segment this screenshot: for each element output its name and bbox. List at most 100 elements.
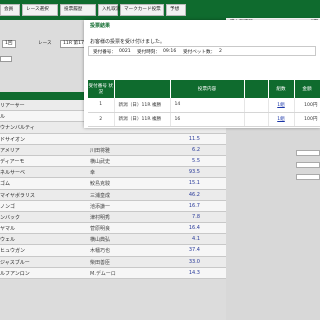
- horse-name: ンバック: [0, 214, 21, 221]
- odds-value: 46.2: [188, 191, 200, 198]
- receipt-count: 2: [219, 49, 222, 54]
- jockey-name: 幸: [90, 170, 96, 177]
- bet-table: 受付番号 状況 投票内容 組数 金額 1 新潟（日）11R 複勝 14 1組 1…: [88, 80, 320, 127]
- horse-row[interactable]: ディアーモ 横山武史 5.5: [0, 155, 226, 168]
- bet-side-panel: [226, 128, 320, 320]
- race-label: レース: [38, 41, 52, 46]
- round-select[interactable]: 1回: [2, 40, 16, 48]
- col-content: 投票内容: [170, 80, 245, 98]
- jockey-name: 三浦皇成: [90, 192, 111, 199]
- horse-row[interactable]: ヒュウガン 木幡巧也 37.4: [0, 245, 226, 257]
- horse-name: ウナンバルティ: [0, 125, 35, 132]
- horse-row[interactable]: ノンゴ 池添謙一 16.7: [0, 200, 226, 212]
- odds-value: 33.0: [188, 258, 200, 265]
- dialog-message: お客様の投票を受け付けました。: [90, 39, 166, 45]
- tab-history[interactable]: 投票履歴: [60, 4, 96, 16]
- count-link[interactable]: 1組: [277, 103, 285, 108]
- row-blank: [244, 98, 269, 113]
- odds-value: 93.5: [188, 169, 200, 176]
- jockey-name: 横山典弘: [90, 237, 111, 244]
- horse-row[interactable]: ゴム 鮫島克駿 15.1: [0, 178, 226, 190]
- jockey-name: 木幡巧也: [90, 248, 111, 255]
- col-blank: [244, 80, 269, 98]
- horse-name: ゴム: [0, 181, 11, 188]
- row-count: 1組: [268, 98, 295, 113]
- row-content: 16: [170, 112, 245, 127]
- receipt-count-label: 受付ベット数：: [183, 50, 216, 55]
- jockey-name: M.デムーロ: [90, 270, 116, 277]
- row-content: 14: [170, 98, 245, 113]
- col-ticket: [114, 80, 171, 98]
- horse-name: ル: [0, 114, 6, 121]
- horse-row[interactable]: ドサイオン 11.5: [0, 133, 226, 145]
- horse-row[interactable]: ウェル 横山典弘 4.1: [0, 234, 226, 246]
- vote-result-dialog: 投票結果 お客様の投票を受け付けました。 受付番号： 0021 受付時刻： 09…: [84, 20, 320, 128]
- row-ticket: 新潟（日）11R 複勝: [114, 112, 171, 127]
- col-number: 受付番号 状況: [88, 80, 115, 98]
- table-row: 1 新潟（日）11R 複勝 14 1組 100円: [88, 98, 320, 113]
- horse-row[interactable]: ジャスブルー 柴田善臣 33.0: [0, 256, 226, 268]
- horse-name: マイヤボラリス: [0, 192, 35, 199]
- receipt-time: 09:16: [163, 49, 177, 54]
- col-count: 組数: [268, 80, 295, 98]
- odds-value: 11.5: [188, 135, 200, 142]
- horse-name: ヒュウガン: [0, 248, 26, 255]
- jockey-name: 横山武史: [90, 158, 111, 165]
- odds-value: 15.1: [188, 180, 200, 187]
- row-count: 1組: [268, 112, 295, 127]
- odds-value: 6.2: [192, 146, 200, 153]
- horse-row[interactable]: ヤマル 菅原明良 16.4: [0, 223, 226, 235]
- horse-name: ノンゴ: [0, 203, 16, 210]
- odds-value: 5.5: [192, 157, 200, 164]
- odds-value: 16.7: [188, 202, 200, 209]
- horse-row[interactable]: アメリア 川田将雅 6.2: [0, 144, 226, 156]
- table-row: 2 新潟（日）11R 複勝 16 1組 100円: [88, 112, 320, 127]
- odds-value: 4.1: [192, 236, 200, 243]
- tab-bar: 会員 レース選択 投票履歴 入札取消 マークカード投票 予想: [0, 4, 186, 16]
- horse-row[interactable]: マイヤボラリス 三浦皇成 46.2: [0, 189, 226, 201]
- tab-markcard[interactable]: マークカード投票: [120, 4, 164, 16]
- horse-row[interactable]: ンバック 津村明秀 7.8: [0, 211, 226, 224]
- odds-value: 16.4: [188, 225, 200, 232]
- bet-table-header: 受付番号 状況 投票内容 組数 金額: [88, 80, 320, 98]
- horse-name: リアーサー: [0, 103, 25, 109]
- receipt-time-label: 受付時刻：: [137, 50, 160, 55]
- side-button[interactable]: [296, 174, 320, 180]
- receipt-info: 受付番号： 0021 受付時刻： 09:16 受付ベット数： 2: [88, 46, 316, 56]
- side-button[interactable]: [296, 150, 320, 156]
- odds-value: 37.4: [188, 247, 200, 254]
- horse-name: アメリア: [0, 147, 20, 154]
- odds-value: 14.3: [188, 269, 200, 276]
- horse-name: ルフアンロン: [0, 270, 30, 277]
- tab-cancel[interactable]: 入札取消: [98, 4, 120, 16]
- side-button[interactable]: [296, 162, 320, 168]
- jockey-name: 柴田善臣: [90, 259, 111, 266]
- row-amount: 100円: [294, 98, 320, 113]
- horse-row[interactable]: ネルサーベ 幸 93.5: [0, 167, 226, 179]
- horse-name: ヤマル: [0, 226, 16, 233]
- receipt-no: 0021: [119, 49, 131, 54]
- tab-member[interactable]: 会員: [0, 4, 20, 16]
- row-amount: 100円: [294, 112, 320, 127]
- horse-name: ネルサーベ: [0, 170, 26, 177]
- odds-value: 7.8: [192, 213, 200, 220]
- jockey-name: 菅原明良: [90, 226, 111, 233]
- tab-race-select[interactable]: レース選択: [22, 4, 58, 16]
- top-bar: 会員 レース選択 投票履歴 入札取消 マークカード投票 予想: [0, 0, 320, 20]
- dialog-title: 投票結果: [90, 23, 111, 29]
- horse-name: ウェル: [0, 237, 16, 244]
- filter-select[interactable]: [0, 56, 12, 62]
- row-number: 2: [88, 112, 115, 127]
- horse-name: ディアーモ: [0, 158, 25, 165]
- jockey-name: 津村明秀: [90, 214, 111, 221]
- horse-row[interactable]: ルフアンロン M.デムーロ 14.3: [0, 267, 226, 279]
- horse-name: ドサイオン: [0, 136, 26, 143]
- row-blank: [244, 112, 269, 127]
- col-amount: 金額: [294, 80, 320, 98]
- jockey-name: 鮫島克駿: [90, 181, 111, 188]
- horse-name: ジャスブルー: [0, 259, 30, 266]
- row-ticket: 新潟（日）11R 複勝: [114, 98, 171, 113]
- count-link[interactable]: 1組: [277, 117, 285, 122]
- tab-prediction[interactable]: 予想: [166, 4, 186, 16]
- jockey-name: 池添謙一: [90, 203, 111, 210]
